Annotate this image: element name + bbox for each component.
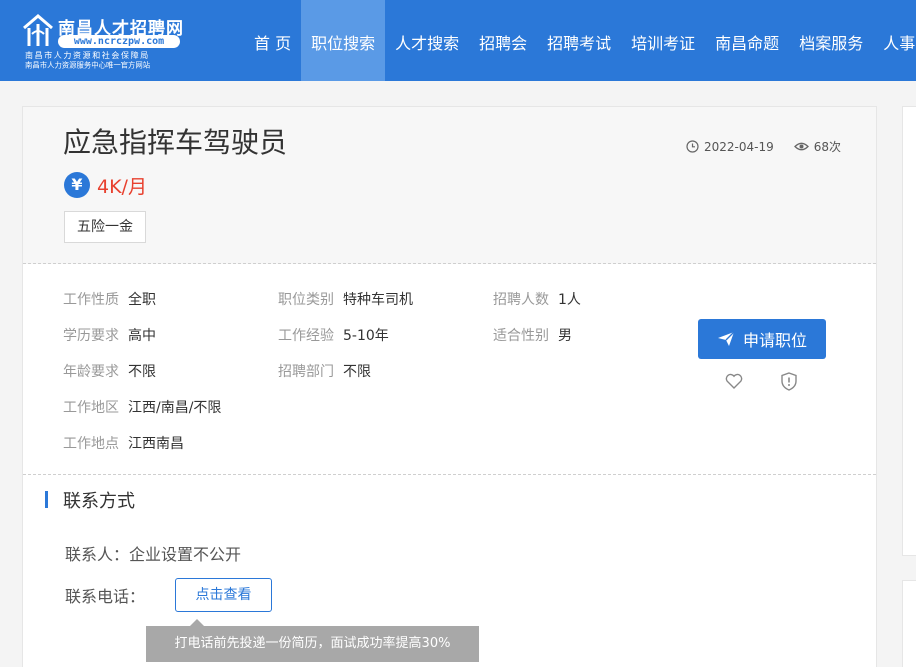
contact-person-value: 企业设置不公开 [129, 545, 242, 564]
detail-work-type: 工作性质 全职 [63, 289, 156, 309]
nav-job-fair[interactable]: 招聘会 [469, 0, 537, 81]
nav-training[interactable]: 培训考证 [621, 0, 705, 81]
report-shield-icon[interactable] [780, 372, 798, 391]
contact-person-label: 联系人： [65, 545, 130, 564]
view-count: 68次 [813, 140, 842, 154]
nav-job-search[interactable]: 职位搜索 [301, 0, 386, 81]
logo-url: www.ncrczpw.com [58, 35, 180, 48]
detail-label: 学历要求 [63, 328, 119, 344]
detail-department: 招聘部门 不限 [278, 361, 371, 381]
nav-recruitment-exam[interactable]: 招聘考试 [537, 0, 621, 81]
detail-label: 招聘人数 [493, 292, 549, 308]
detail-education: 学历要求 高中 [63, 325, 156, 345]
yen-icon: ¥ [64, 172, 90, 198]
detail-headcount: 招聘人数 1人 [493, 289, 581, 309]
detail-gender: 适合性别男 [493, 325, 572, 345]
contact-phone-label: 联系电话： [65, 587, 146, 606]
detail-label: 年龄要求 [63, 364, 119, 380]
job-summary: 应急指挥车驾驶员 ¥ 4K/月 五险一金 2022-04-19 68次 [23, 107, 876, 264]
publish-date: 2022-04-19 [704, 139, 774, 154]
detail-age: 年龄要求 不限 [63, 361, 156, 381]
nav-archive-service[interactable]: 档案服务 [789, 0, 873, 81]
nav-personnel[interactable]: 人事 [873, 0, 916, 81]
detail-label: 工作地区 [63, 400, 119, 416]
eye-icon [793, 142, 809, 151]
contact-section-title: 联系方式 [63, 491, 135, 512]
apply-label: 申请职位 [742, 331, 807, 350]
detail-label: 工作性质 [63, 292, 119, 308]
apply-job-button[interactable]: 申请职位 [698, 319, 826, 359]
sidebar-panel [902, 106, 916, 556]
contact-person: 联系人：企业设置不公开 [65, 541, 241, 565]
detail-region: 工作地区 江西/南昌/不限 [63, 397, 221, 417]
tooltip-text: 打电话前先投递一份简历，面试成功率提高30% [174, 636, 451, 651]
detail-value: 1人 [558, 292, 581, 308]
heart-icon[interactable] [725, 373, 743, 389]
tooltip-arrow [190, 619, 204, 626]
detail-value: 不限 [343, 364, 371, 380]
view-phone-button[interactable]: 点击查看 [175, 578, 272, 612]
detail-experience: 工作经验 5-10年 [278, 325, 389, 345]
nav-talent-search[interactable]: 人才搜索 [385, 0, 469, 81]
paper-plane-icon [717, 331, 735, 346]
logo-tagline: 南昌市人力资源服务中心唯一官方网站 [25, 60, 151, 70]
logo-house-icon [23, 14, 53, 46]
resume-tip-tooltip: 打电话前先投递一份简历，面试成功率提高30% [146, 619, 479, 662]
detail-job-category: 职位类别 特种车司机 [278, 289, 413, 309]
detail-value: 男 [558, 328, 572, 344]
detail-value: 不限 [128, 364, 156, 380]
section-divider [23, 474, 876, 475]
detail-value: 5-10年 [343, 328, 389, 344]
view-count-group: 68次 [793, 138, 842, 155]
site-header: 南昌人才招聘网 www.ncrczpw.com 南昌市人力资源和社会保障局 南昌… [0, 0, 916, 81]
benefit-tag: 五险一金 [64, 211, 146, 243]
nav-home[interactable]: 首 页 [244, 0, 301, 81]
section-accent-bar [45, 491, 48, 508]
salary: 4K/月 [97, 176, 147, 198]
detail-value: 江西南昌 [128, 436, 184, 452]
detail-label: 工作地点 [63, 436, 119, 452]
detail-value: 高中 [128, 328, 156, 344]
nav-nanchang-exam[interactable]: 南昌命题 [705, 0, 789, 81]
detail-value: 江西/南昌/不限 [128, 400, 222, 416]
clock-icon [686, 140, 699, 153]
job-meta: 2022-04-19 68次 [686, 138, 841, 155]
job-detail-card: 应急指挥车驾驶员 ¥ 4K/月 五险一金 2022-04-19 68次 工作性质… [22, 106, 877, 667]
sidebar-panel-lower [902, 580, 916, 667]
detail-label: 招聘部门 [278, 364, 334, 380]
job-title: 应急指挥车驾驶员 [63, 126, 288, 159]
detail-label: 工作经验 [278, 328, 334, 344]
detail-label: 职位类别 [278, 292, 334, 308]
detail-location: 工作地点 江西南昌 [63, 433, 184, 453]
detail-value: 全职 [128, 292, 156, 308]
detail-label: 适合性别 [493, 328, 549, 344]
detail-value: 特种车司机 [343, 292, 413, 308]
site-logo[interactable]: 南昌人才招聘网 www.ncrczpw.com 南昌市人力资源和社会保障局 南昌… [22, 14, 192, 72]
main-nav: 首 页 职位搜索 人才搜索 招聘会 招聘考试 培训考证 南昌命题 档案服务 人事 [244, 0, 916, 81]
